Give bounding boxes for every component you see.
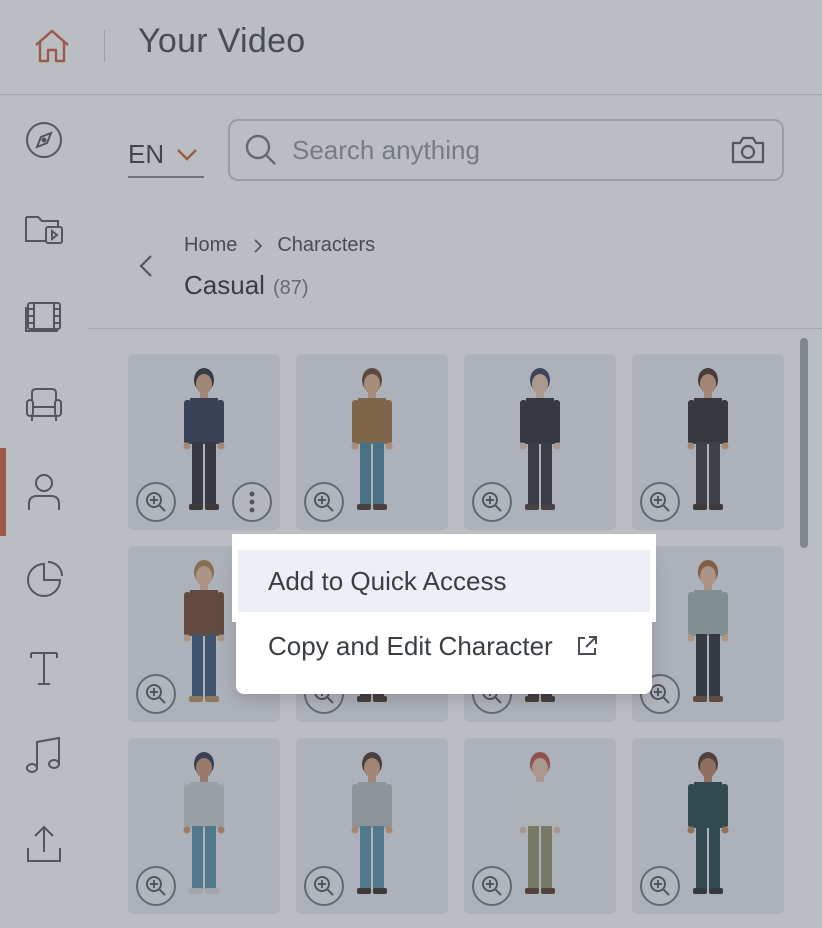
menu-item-add-quick-access-label: Add to Quick Access	[238, 550, 650, 612]
menu-highlight[interactable]: Add to Quick Access	[232, 534, 656, 622]
menu-item-copy-edit[interactable]: Copy and Edit Character	[236, 614, 652, 678]
modal-overlay	[0, 0, 822, 928]
menu-item-label: Copy and Edit Character	[268, 630, 553, 661]
external-link-icon	[575, 634, 599, 658]
